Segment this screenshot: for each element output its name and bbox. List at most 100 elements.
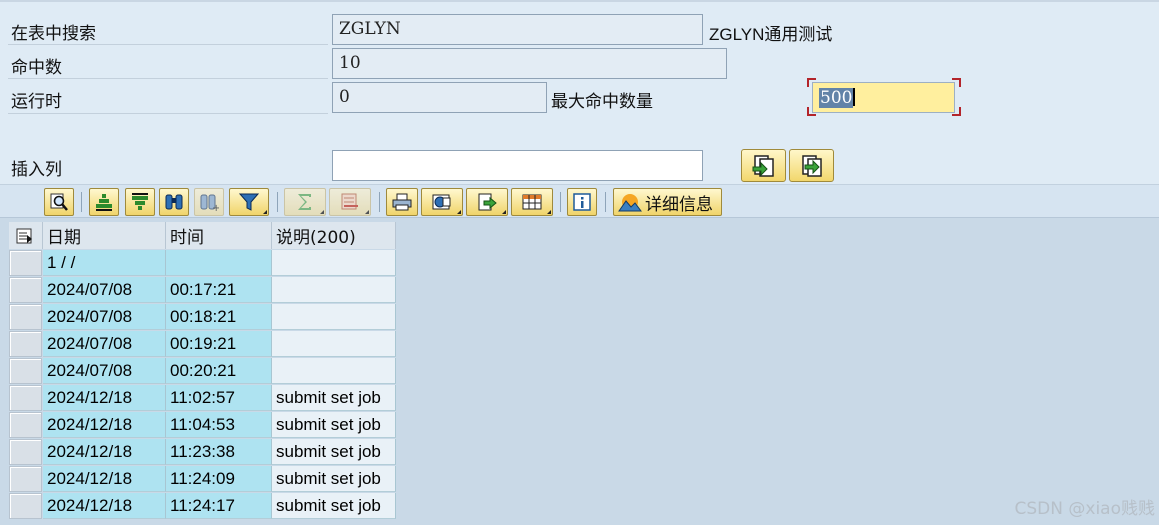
- info-button[interactable]: [567, 188, 597, 216]
- views-icon: [432, 194, 451, 210]
- details-magnifier-button[interactable]: [44, 188, 74, 216]
- table-row[interactable]: 2024/07/08 00:18:21: [9, 304, 396, 331]
- text-cursor: [853, 88, 856, 106]
- sum-button[interactable]: [284, 188, 326, 216]
- print-icon: [392, 193, 412, 211]
- cell-date[interactable]: 2024/12/18: [43, 466, 166, 492]
- max-hits-field[interactable]: 500: [812, 82, 955, 113]
- subtotal-icon: [341, 193, 358, 210]
- column-header-description[interactable]: 说明(200): [272, 222, 396, 249]
- find-next-button[interactable]: +: [194, 188, 224, 216]
- label-separator: [8, 113, 328, 114]
- cell-description[interactable]: [272, 250, 396, 276]
- table-row[interactable]: 2024/12/18 11:24:09 submit set job: [9, 466, 396, 493]
- watermark: CSDN @xiao贱贱: [1014, 499, 1155, 519]
- cell-description[interactable]: submit set job: [272, 385, 396, 411]
- cell-time[interactable]: 11:04:53: [166, 412, 272, 438]
- table-row[interactable]: 2024/12/18 11:04:53 submit set job: [9, 412, 396, 439]
- runtime-label: 运行时: [11, 92, 62, 112]
- select-all-button[interactable]: [9, 222, 43, 249]
- select-all-icon: [16, 228, 32, 243]
- cell-date[interactable]: 2024/12/18: [43, 385, 166, 411]
- row-selector[interactable]: [9, 439, 42, 465]
- cell-time[interactable]: 00:17:21: [166, 277, 272, 303]
- column-header-date[interactable]: 日期: [43, 222, 166, 249]
- cell-date[interactable]: 2024/07/08: [43, 277, 166, 303]
- row-selector[interactable]: [9, 493, 42, 519]
- cell-description[interactable]: submit set job: [272, 466, 396, 492]
- cell-time[interactable]: 11:23:38: [166, 439, 272, 465]
- cell-description[interactable]: [272, 331, 396, 357]
- find-button[interactable]: [159, 188, 189, 216]
- cell-description[interactable]: submit set job: [272, 493, 396, 519]
- table-row[interactable]: 2024/12/18 11:24:17 submit set job: [9, 493, 396, 520]
- cell-time[interactable]: 00:18:21: [166, 304, 272, 330]
- sort-descending-button[interactable]: [125, 188, 155, 216]
- insert-column-before-button[interactable]: [741, 149, 786, 182]
- top-border: [0, 0, 1159, 2]
- export-icon: [478, 193, 497, 211]
- cell-description[interactable]: submit set job: [272, 439, 396, 465]
- search-table-field[interactable]: ZGLYN: [332, 14, 703, 45]
- cell-time[interactable]: [166, 250, 272, 276]
- cell-date[interactable]: 2024/07/08: [43, 304, 166, 330]
- cell-date[interactable]: 2024/12/18: [43, 493, 166, 519]
- hits-field[interactable]: 10: [332, 48, 727, 79]
- row-selector[interactable]: [9, 385, 42, 411]
- sort-ascending-icon: [96, 194, 112, 211]
- layout-button[interactable]: [511, 188, 553, 216]
- toolbar-separator: [81, 192, 82, 212]
- export-button[interactable]: [466, 188, 508, 216]
- filter-icon: [238, 193, 260, 211]
- details-button[interactable]: 详细信息: [613, 188, 722, 216]
- table-row[interactable]: 2024/12/18 11:23:38 submit set job: [9, 439, 396, 466]
- print-button[interactable]: [386, 188, 418, 216]
- cell-description[interactable]: submit set job: [272, 412, 396, 438]
- sort-ascending-button[interactable]: [89, 188, 119, 216]
- cell-description[interactable]: [272, 358, 396, 384]
- search-table-label: 在表中搜索: [11, 24, 96, 44]
- cell-time[interactable]: 00:20:21: [166, 358, 272, 384]
- insert-column-after-button[interactable]: [789, 149, 834, 182]
- cell-date[interactable]: 1 / /: [43, 250, 166, 276]
- cell-date[interactable]: 2024/07/08: [43, 331, 166, 357]
- views-button[interactable]: [421, 188, 463, 216]
- subtotal-button[interactable]: [329, 188, 371, 216]
- table-row[interactable]: 2024/07/08 00:19:21: [9, 331, 396, 358]
- svg-text:+: +: [212, 203, 219, 212]
- cell-time[interactable]: 11:24:17: [166, 493, 272, 519]
- binoculars-icon: [165, 194, 183, 210]
- row-selector[interactable]: [9, 250, 42, 276]
- row-selector[interactable]: [9, 358, 42, 384]
- cell-date[interactable]: 2024/12/18: [43, 439, 166, 465]
- cell-time[interactable]: 00:19:21: [166, 331, 272, 357]
- row-selector[interactable]: [9, 412, 42, 438]
- insert-column-field[interactable]: [332, 150, 703, 181]
- table-row[interactable]: 1 / /: [9, 250, 396, 277]
- label-separator: [8, 44, 328, 45]
- row-selector[interactable]: [9, 466, 42, 492]
- cell-description[interactable]: [272, 277, 396, 303]
- insert-after-icon: [801, 154, 822, 177]
- layout-icon: [522, 194, 542, 210]
- filter-button[interactable]: [229, 188, 269, 216]
- table-row[interactable]: 2024/07/08 00:17:21: [9, 277, 396, 304]
- dropdown-arrow-icon: [547, 210, 551, 214]
- row-selector[interactable]: [9, 331, 42, 357]
- sort-descending-icon: [132, 193, 148, 210]
- table-row[interactable]: 2024/12/18 11:02:57 submit set job: [9, 385, 396, 412]
- cell-time[interactable]: 11:24:09: [166, 466, 272, 492]
- cell-description[interactable]: [272, 304, 396, 330]
- row-selector[interactable]: [9, 277, 42, 303]
- runtime-field[interactable]: 0: [332, 82, 547, 113]
- column-header-time[interactable]: 时间: [166, 222, 272, 249]
- info-icon: [573, 193, 591, 211]
- row-selector[interactable]: [9, 304, 42, 330]
- cell-date[interactable]: 2024/07/08: [43, 358, 166, 384]
- selection-screen: 在表中搜索 ZGLYN ZGLYN通用测试 命中数 10 运行时 0 最大命中数…: [0, 0, 1159, 184]
- table-description: ZGLYN通用测试: [709, 25, 833, 44]
- cell-time[interactable]: 11:02:57: [166, 385, 272, 411]
- dropdown-arrow-icon: [457, 210, 461, 214]
- table-row[interactable]: 2024/07/08 00:20:21: [9, 358, 396, 385]
- cell-date[interactable]: 2024/12/18: [43, 412, 166, 438]
